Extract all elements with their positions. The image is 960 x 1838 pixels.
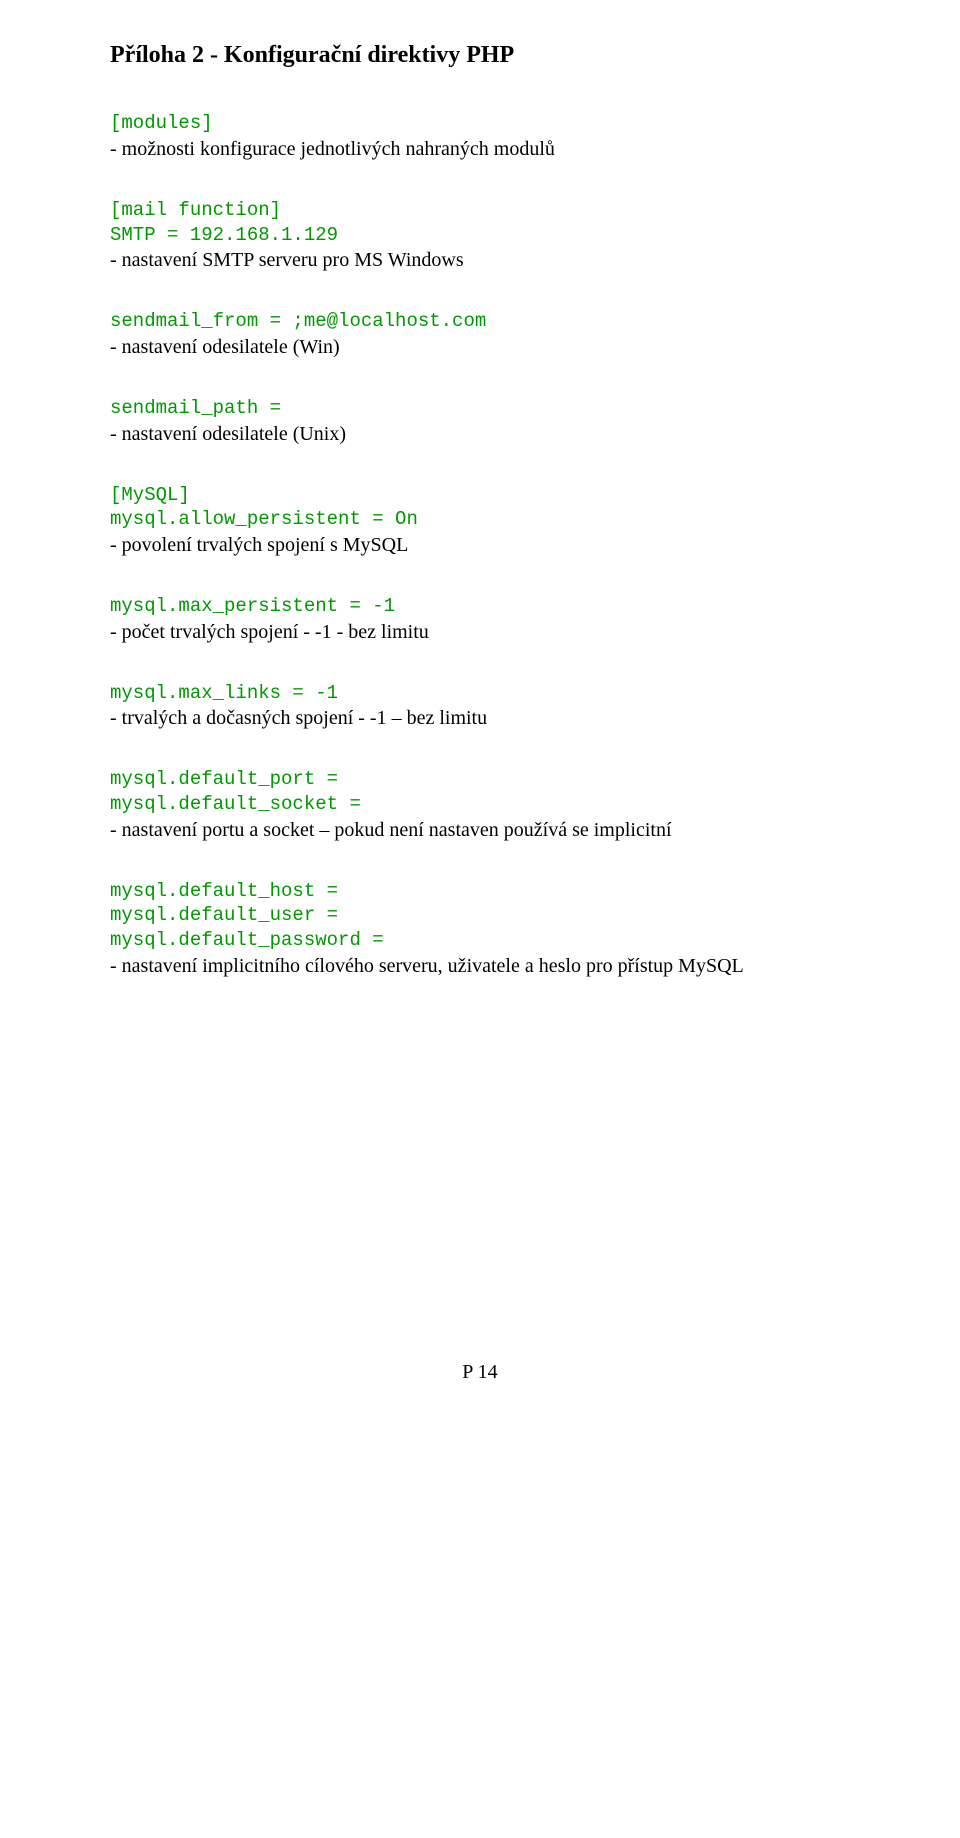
desc-line: - nastavení SMTP serveru pro MS Windows bbox=[110, 247, 850, 273]
block-modules: [modules] - možnosti konfigurace jednotl… bbox=[110, 111, 850, 162]
code-line: mysql.default_host = bbox=[110, 879, 850, 904]
block-default-port: mysql.default_port = mysql.default_socke… bbox=[110, 767, 850, 842]
desc-line: - povolení trvalých spojení s MySQL bbox=[110, 532, 850, 558]
code-line: mysql.max_persistent = -1 bbox=[110, 594, 850, 619]
desc-line: - nastavení odesilatele (Unix) bbox=[110, 421, 850, 447]
desc-line: - trvalých a dočasných spojení - -1 – be… bbox=[110, 705, 850, 731]
page-number: P 14 bbox=[110, 1359, 850, 1385]
code-line: mysql.default_port = bbox=[110, 767, 850, 792]
block-mysql-section: [MySQL] mysql.allow_persistent = On - po… bbox=[110, 483, 850, 558]
desc-line: - nastavení implicitního cílového server… bbox=[110, 953, 850, 979]
code-line: mysql.allow_persistent = On bbox=[110, 507, 850, 532]
code-line: mysql.max_links = -1 bbox=[110, 681, 850, 706]
code-line: [modules] bbox=[110, 111, 850, 136]
desc-line: - nastavení portu a socket – pokud není … bbox=[110, 817, 850, 843]
block-sendmail-from: sendmail_from = ;me@localhost.com - nast… bbox=[110, 309, 850, 360]
block-max-links: mysql.max_links = -1 - trvalých a dočasn… bbox=[110, 681, 850, 732]
block-sendmail-path: sendmail_path = - nastavení odesilatele … bbox=[110, 396, 850, 447]
code-line: mysql.default_password = bbox=[110, 928, 850, 953]
code-line: sendmail_from = ;me@localhost.com bbox=[110, 309, 850, 334]
code-line: SMTP = 192.168.1.129 bbox=[110, 223, 850, 248]
code-line: mysql.default_user = bbox=[110, 903, 850, 928]
code-line: [mail function] bbox=[110, 198, 850, 223]
block-default-host: mysql.default_host = mysql.default_user … bbox=[110, 879, 850, 979]
block-max-persistent: mysql.max_persistent = -1 - počet trvalý… bbox=[110, 594, 850, 645]
code-line: sendmail_path = bbox=[110, 396, 850, 421]
desc-line: - nastavení odesilatele (Win) bbox=[110, 334, 850, 360]
block-mail-function: [mail function] SMTP = 192.168.1.129 - n… bbox=[110, 198, 850, 273]
desc-line: - počet trvalých spojení - -1 - bez limi… bbox=[110, 619, 850, 645]
code-line: [MySQL] bbox=[110, 483, 850, 508]
desc-line: - možnosti konfigurace jednotlivých nahr… bbox=[110, 136, 850, 162]
page-title: Příloha 2 - Konfigurační direktivy PHP bbox=[110, 40, 850, 71]
code-line: mysql.default_socket = bbox=[110, 792, 850, 817]
